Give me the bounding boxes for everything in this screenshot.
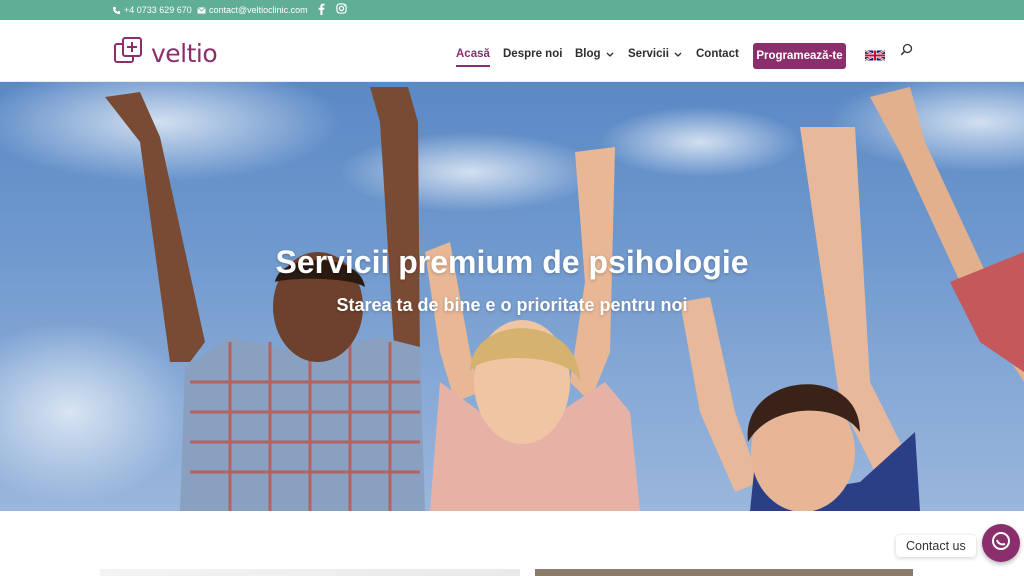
site-header: veltio Acasă Despre noi Blog Servicii Co… [0,20,1024,82]
hero-banner: Servicii premium de psihologie Starea ta… [0,82,1024,511]
contact-widget[interactable]: Contact us [896,524,1020,562]
section-preview-image [535,569,913,576]
nav-item-servicii[interactable]: Servicii [628,48,682,60]
email-address: contact@veltioclinic.com [209,5,308,15]
hero-subtitle: Starea ta de bine e o prioritate pentru … [336,295,688,315]
english-flag-icon[interactable] [864,48,886,66]
nav-item-despre-noi[interactable]: Despre noi [503,48,562,60]
facebook-icon[interactable] [318,3,325,15]
chat-icon [990,530,1012,557]
phone-number: +4 0733 629 670 [124,5,192,15]
logo-mark-icon [113,36,145,71]
search-icon[interactable] [900,43,913,61]
nav-item-label: Despre noi [503,48,563,60]
phone-icon [112,6,121,15]
nav-item-label: Contact [696,48,739,60]
nav-item-label: Servicii [628,48,669,60]
nav-item-label: Blog [575,48,601,60]
nav-item-contact[interactable]: Contact [696,48,739,60]
chevron-down-icon [674,48,682,60]
nav-item-label: Acasă [456,48,490,60]
top-bar: +4 0733 629 670 contact@veltioclinic.com [0,0,1024,20]
section-preview-left [100,569,520,576]
hero-title: Servicii premium de psihologie [275,244,749,280]
email-contact[interactable]: contact@veltioclinic.com [197,5,308,15]
book-appointment-button[interactable]: Programează-te [753,43,846,69]
logo-text: veltio [151,39,218,68]
contact-us-label[interactable]: Contact us [896,535,976,557]
chevron-down-icon [606,48,614,60]
nav-item-blog[interactable]: Blog [575,48,614,60]
envelope-icon [197,6,206,14]
instagram-icon[interactable] [336,3,347,14]
phone-contact[interactable]: +4 0733 629 670 [112,5,192,15]
nav-item-acasa[interactable]: Acasă [456,48,490,67]
contact-chat-button[interactable] [981,524,1020,562]
site-logo[interactable]: veltio [113,36,218,71]
